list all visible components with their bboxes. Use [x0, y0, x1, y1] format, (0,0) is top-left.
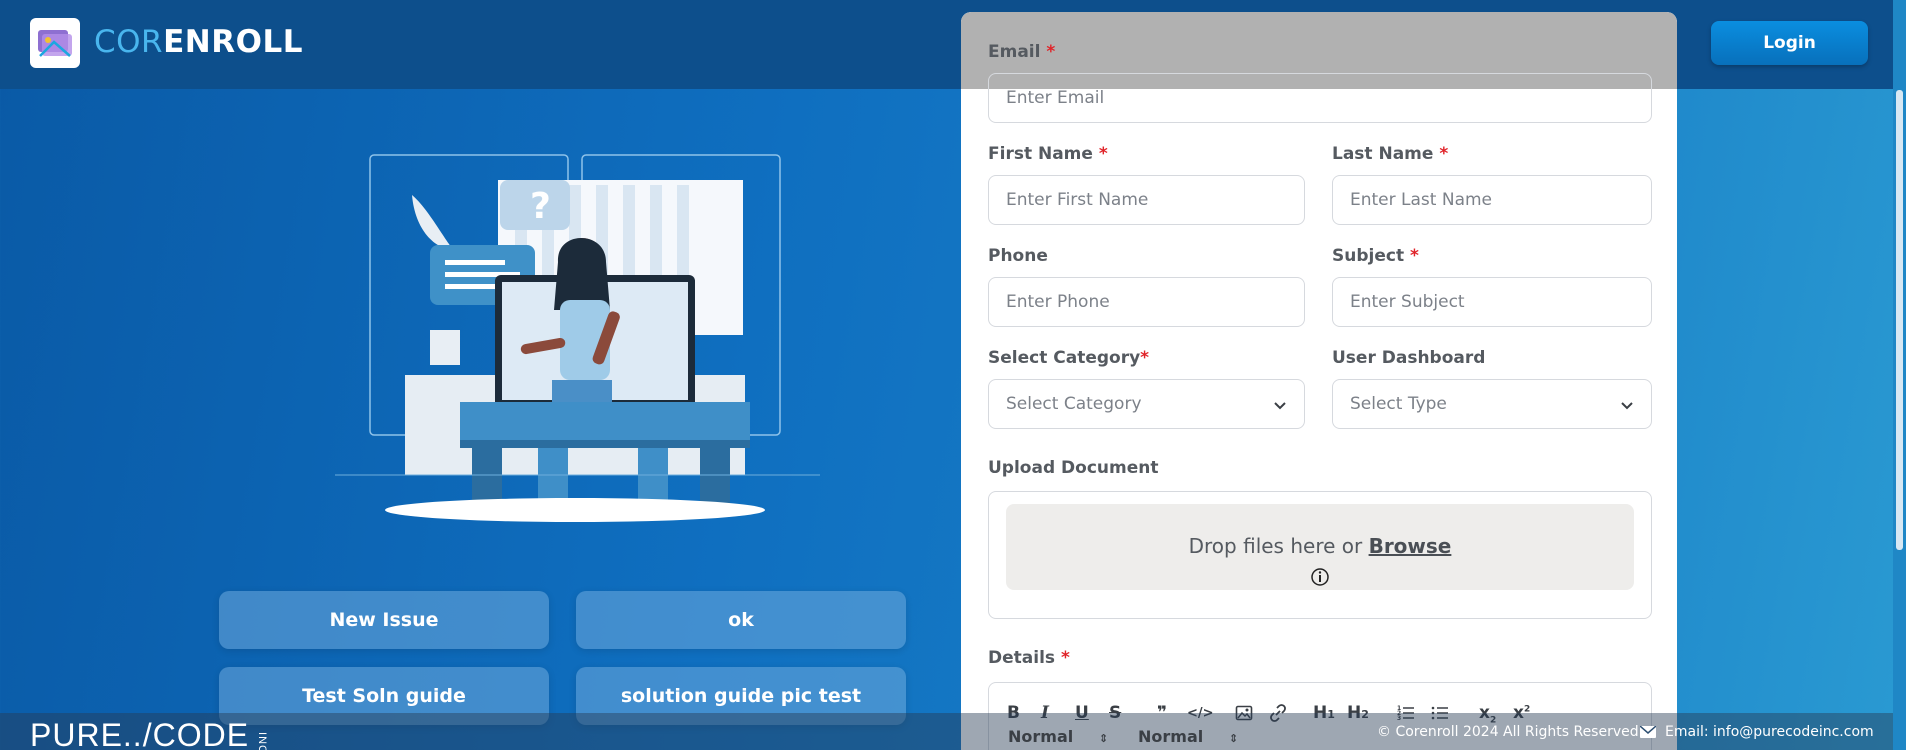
required-mark: *	[1060, 648, 1070, 668]
scrollbar-thumb[interactable]	[1896, 90, 1903, 550]
category-label-text: Select Category	[988, 348, 1141, 368]
footer-email[interactable]: Email: info@purecodeinc.com	[1665, 724, 1874, 740]
category-select[interactable]: Select Category	[988, 379, 1305, 429]
page-scrollbar[interactable]	[1893, 0, 1906, 750]
chevron-down-icon	[1274, 402, 1286, 410]
logo-icon	[38, 30, 72, 57]
required-mark: *	[1098, 144, 1108, 164]
new-issue-button[interactable]: New Issue	[219, 591, 549, 649]
mail-icon	[1640, 726, 1656, 738]
email-placeholder: Enter Email	[1006, 88, 1105, 108]
subject-label-text: Subject	[1332, 246, 1405, 266]
category-label: Select Category*	[988, 348, 1149, 368]
select-arrows-icon: ⇕	[1228, 732, 1239, 745]
details-label: Details *	[988, 648, 1070, 668]
copyright-text: © Corenroll 2024 All Rights Reserved.	[1377, 724, 1644, 740]
heading-select-value: Normal	[1138, 727, 1204, 746]
email-label: Email *	[988, 42, 1055, 62]
font-size-select-value: Normal	[1008, 727, 1074, 746]
first-name-label-text: First Name	[988, 144, 1093, 164]
phone-label: Phone	[988, 246, 1048, 266]
subject-field[interactable]: Enter Subject	[1332, 277, 1652, 327]
subject-placeholder: Enter Subject	[1350, 292, 1465, 312]
purecode-logo-text: PURE../CODE	[30, 717, 250, 750]
category-select-value: Select Category	[1006, 394, 1142, 414]
required-mark: *	[1046, 42, 1056, 62]
first-name-label: First Name *	[988, 144, 1108, 164]
required-mark: *	[1140, 348, 1150, 368]
email-field[interactable]: Enter Email	[988, 73, 1652, 123]
brand-part-cor: COR	[94, 24, 164, 60]
support-agent-illustration: ?	[335, 154, 820, 522]
info-icon[interactable]	[1310, 567, 1330, 587]
purecode-logo-inc: INC	[256, 732, 269, 750]
upload-document-label: Upload Document	[988, 458, 1159, 478]
browse-link[interactable]: Browse	[1369, 534, 1452, 558]
heading-select[interactable]: Normal ⇕	[1138, 727, 1238, 746]
font-size-select[interactable]: Normal ⇕	[1008, 727, 1108, 746]
login-button[interactable]: Login	[1711, 21, 1868, 65]
details-label-text: Details	[988, 648, 1056, 668]
email-label-text: Email	[988, 42, 1041, 62]
user-dashboard-select-value: Select Type	[1350, 394, 1447, 414]
subject-label: Subject *	[1332, 246, 1419, 266]
purecode-logo: PURE../CODE INC	[30, 717, 273, 750]
required-mark: *	[1410, 246, 1419, 266]
brand-part-enroll: ENROLL	[163, 24, 303, 60]
required-mark: *	[1439, 144, 1449, 164]
phone-placeholder: Enter Phone	[1006, 292, 1110, 312]
user-dashboard-select[interactable]: Select Type	[1332, 379, 1652, 429]
first-name-placeholder: Enter First Name	[1006, 190, 1149, 210]
svg-text:?: ?	[530, 186, 551, 227]
drop-text: Drop files here or Browse	[1006, 534, 1634, 558]
upload-dropzone[interactable]: Drop files here or Browse	[988, 491, 1652, 619]
phone-field[interactable]: Enter Phone	[988, 277, 1305, 327]
footer-bar: PURE../CODE INC © Corenroll 2024 All Righ…	[0, 713, 1906, 750]
last-name-field[interactable]: Enter Last Name	[1332, 175, 1652, 225]
user-dashboard-label: User Dashboard	[1332, 348, 1486, 368]
last-name-placeholder: Enter Last Name	[1350, 190, 1493, 210]
upload-drop-area[interactable]: Drop files here or Browse	[1006, 504, 1634, 590]
ok-button[interactable]: ok	[576, 591, 906, 649]
last-name-label-text: Last Name	[1332, 144, 1434, 164]
drop-files-text: Drop files here or	[1188, 534, 1369, 558]
chevron-down-icon	[1621, 402, 1633, 410]
corenroll-logo[interactable]	[30, 18, 80, 68]
last-name-label: Last Name *	[1332, 144, 1448, 164]
issue-form: Email * Enter Email First Name * Enter F…	[961, 12, 1677, 750]
first-name-field[interactable]: Enter First Name	[988, 175, 1305, 225]
brand-name: CORENROLL	[94, 24, 303, 60]
select-arrows-icon: ⇕	[1098, 732, 1109, 745]
